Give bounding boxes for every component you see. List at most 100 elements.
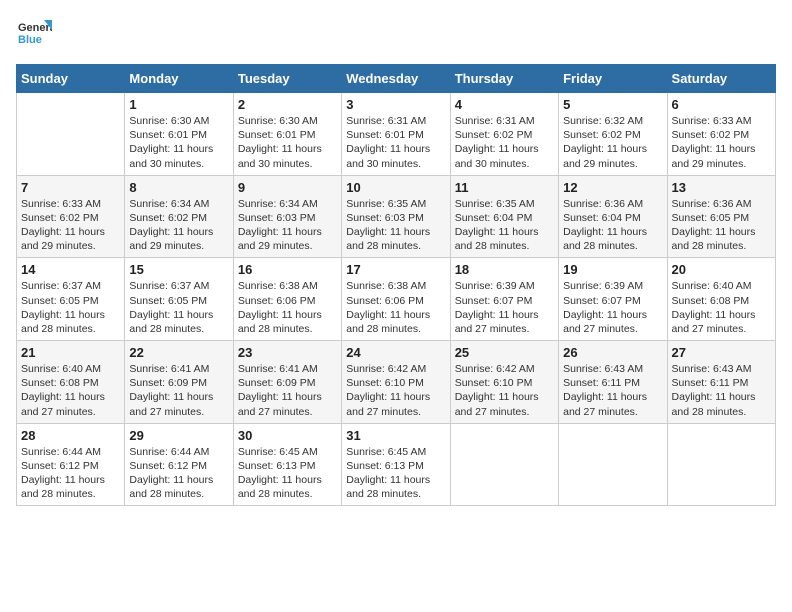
calendar-week-1: 1 Sunrise: 6:30 AMSunset: 6:01 PMDaylight… <box>17 93 776 176</box>
day-number: 15 <box>129 262 228 277</box>
day-detail: Sunrise: 6:32 AMSunset: 6:02 PMDaylight:… <box>563 114 662 171</box>
calendar-cell: 19Sunrise: 6:39 AMSunset: 6:07 PMDayligh… <box>559 258 667 341</box>
day-detail: Sunrise: 6:31 AMSunset: 6:01 PMDaylight:… <box>346 114 445 171</box>
calendar-cell: 5 Sunrise: 6:32 AMSunset: 6:02 PMDaylight… <box>559 93 667 176</box>
calendar-cell: 7Sunrise: 6:33 AMSunset: 6:02 PMDaylight… <box>17 175 125 258</box>
day-detail: Sunrise: 6:40 AMSunset: 6:08 PMDaylight:… <box>21 362 120 419</box>
day-detail: Sunrise: 6:44 AMSunset: 6:12 PMDaylight:… <box>129 445 228 502</box>
day-detail: Sunrise: 6:41 AMSunset: 6:09 PMDaylight:… <box>129 362 228 419</box>
calendar-cell: 18 Sunrise: 6:39 AMSunset: 6:07 PMDayligh… <box>450 258 558 341</box>
day-number: 26 <box>563 345 662 360</box>
day-detail: Sunrise: 6:45 AMSunset: 6:13 PMDaylight:… <box>238 445 337 502</box>
calendar-cell: 4Sunrise: 6:31 AMSunset: 6:02 PMDaylight… <box>450 93 558 176</box>
calendar-cell: 1 Sunrise: 6:30 AMSunset: 6:01 PMDaylight… <box>125 93 233 176</box>
calendar-week-3: 14 Sunrise: 6:37 AMSunset: 6:05 PMDayligh… <box>17 258 776 341</box>
calendar-cell: 22 Sunrise: 6:41 AMSunset: 6:09 PMDayligh… <box>125 341 233 424</box>
day-number: 28 <box>21 428 120 443</box>
day-detail: Sunrise: 6:39 AMSunset: 6:07 PMDaylight:… <box>455 279 554 336</box>
header-thursday: Thursday <box>450 65 558 93</box>
day-detail: Sunrise: 6:43 AMSunset: 6:11 PMDaylight:… <box>672 362 771 419</box>
day-number: 22 <box>129 345 228 360</box>
day-detail: Sunrise: 6:34 AMSunset: 6:03 PMDaylight:… <box>238 197 337 254</box>
day-number: 8 <box>129 180 228 195</box>
day-number: 10 <box>346 180 445 195</box>
day-number: 17 <box>346 262 445 277</box>
day-number: 12 <box>563 180 662 195</box>
calendar-cell: 25Sunrise: 6:42 AMSunset: 6:10 PMDayligh… <box>450 341 558 424</box>
calendar-cell: 24Sunrise: 6:42 AMSunset: 6:10 PMDayligh… <box>342 341 450 424</box>
calendar-cell: 17 Sunrise: 6:38 AMSunset: 6:06 PMDayligh… <box>342 258 450 341</box>
day-number: 13 <box>672 180 771 195</box>
day-number: 30 <box>238 428 337 443</box>
svg-text:General: General <box>18 22 52 34</box>
calendar-cell <box>667 423 775 506</box>
header-saturday: Saturday <box>667 65 775 93</box>
calendar-header-row: SundayMondayTuesdayWednesdayThursdayFrid… <box>17 65 776 93</box>
calendar-cell: 8 Sunrise: 6:34 AMSunset: 6:02 PMDaylight… <box>125 175 233 258</box>
calendar-week-5: 28 Sunrise: 6:44 AMSunset: 6:12 PMDayligh… <box>17 423 776 506</box>
calendar-cell <box>17 93 125 176</box>
logo-icon: General Blue <box>16 16 52 52</box>
day-number: 3 <box>346 97 445 112</box>
day-number: 1 <box>129 97 228 112</box>
calendar-cell: 14 Sunrise: 6:37 AMSunset: 6:05 PMDayligh… <box>17 258 125 341</box>
calendar-cell: 10Sunrise: 6:35 AMSunset: 6:03 PMDayligh… <box>342 175 450 258</box>
header-sunday: Sunday <box>17 65 125 93</box>
calendar-cell: 6Sunrise: 6:33 AMSunset: 6:02 PMDaylight… <box>667 93 775 176</box>
calendar-week-4: 21 Sunrise: 6:40 AMSunset: 6:08 PMDayligh… <box>17 341 776 424</box>
day-detail: Sunrise: 6:31 AMSunset: 6:02 PMDaylight:… <box>455 114 554 171</box>
day-detail: Sunrise: 6:35 AMSunset: 6:04 PMDaylight:… <box>455 197 554 254</box>
day-number: 23 <box>238 345 337 360</box>
svg-text:Blue: Blue <box>18 34 42 46</box>
calendar-cell: 29 Sunrise: 6:44 AMSunset: 6:12 PMDayligh… <box>125 423 233 506</box>
day-number: 9 <box>238 180 337 195</box>
day-number: 7 <box>21 180 120 195</box>
day-detail: Sunrise: 6:45 AMSunset: 6:13 PMDaylight:… <box>346 445 445 502</box>
calendar-cell: 11 Sunrise: 6:35 AMSunset: 6:04 PMDayligh… <box>450 175 558 258</box>
day-detail: Sunrise: 6:37 AMSunset: 6:05 PMDaylight:… <box>21 279 120 336</box>
day-number: 16 <box>238 262 337 277</box>
day-detail: Sunrise: 6:33 AMSunset: 6:02 PMDaylight:… <box>672 114 771 171</box>
day-detail: Sunrise: 6:38 AMSunset: 6:06 PMDaylight:… <box>238 279 337 336</box>
calendar-cell: 9 Sunrise: 6:34 AMSunset: 6:03 PMDaylight… <box>233 175 341 258</box>
calendar-cell: 21 Sunrise: 6:40 AMSunset: 6:08 PMDayligh… <box>17 341 125 424</box>
day-number: 11 <box>455 180 554 195</box>
day-detail: Sunrise: 6:37 AMSunset: 6:05 PMDaylight:… <box>129 279 228 336</box>
page-header: General Blue <box>16 16 776 52</box>
day-detail: Sunrise: 6:38 AMSunset: 6:06 PMDaylight:… <box>346 279 445 336</box>
calendar-cell: 15 Sunrise: 6:37 AMSunset: 6:05 PMDayligh… <box>125 258 233 341</box>
day-number: 5 <box>563 97 662 112</box>
calendar-cell: 20Sunrise: 6:40 AMSunset: 6:08 PMDayligh… <box>667 258 775 341</box>
day-detail: Sunrise: 6:36 AMSunset: 6:04 PMDaylight:… <box>563 197 662 254</box>
calendar-cell: 3 Sunrise: 6:31 AMSunset: 6:01 PMDaylight… <box>342 93 450 176</box>
day-detail: Sunrise: 6:36 AMSunset: 6:05 PMDaylight:… <box>672 197 771 254</box>
day-detail: Sunrise: 6:41 AMSunset: 6:09 PMDaylight:… <box>238 362 337 419</box>
calendar-cell: 28 Sunrise: 6:44 AMSunset: 6:12 PMDayligh… <box>17 423 125 506</box>
calendar-cell: 13 Sunrise: 6:36 AMSunset: 6:05 PMDayligh… <box>667 175 775 258</box>
day-number: 21 <box>21 345 120 360</box>
calendar-cell: 12 Sunrise: 6:36 AMSunset: 6:04 PMDayligh… <box>559 175 667 258</box>
day-number: 18 <box>455 262 554 277</box>
day-detail: Sunrise: 6:42 AMSunset: 6:10 PMDaylight:… <box>455 362 554 419</box>
day-detail: Sunrise: 6:39 AMSunset: 6:07 PMDaylight:… <box>563 279 662 336</box>
day-number: 27 <box>672 345 771 360</box>
header-wednesday: Wednesday <box>342 65 450 93</box>
header-tuesday: Tuesday <box>233 65 341 93</box>
day-number: 29 <box>129 428 228 443</box>
day-number: 2 <box>238 97 337 112</box>
calendar-cell: 30 Sunrise: 6:45 AMSunset: 6:13 PMDayligh… <box>233 423 341 506</box>
calendar-table: SundayMondayTuesdayWednesdayThursdayFrid… <box>16 64 776 506</box>
day-detail: Sunrise: 6:44 AMSunset: 6:12 PMDaylight:… <box>21 445 120 502</box>
day-detail: Sunrise: 6:30 AMSunset: 6:01 PMDaylight:… <box>238 114 337 171</box>
day-detail: Sunrise: 6:34 AMSunset: 6:02 PMDaylight:… <box>129 197 228 254</box>
day-number: 14 <box>21 262 120 277</box>
day-detail: Sunrise: 6:42 AMSunset: 6:10 PMDaylight:… <box>346 362 445 419</box>
calendar-cell: 16 Sunrise: 6:38 AMSunset: 6:06 PMDayligh… <box>233 258 341 341</box>
calendar-week-2: 7Sunrise: 6:33 AMSunset: 6:02 PMDaylight… <box>17 175 776 258</box>
day-detail: Sunrise: 6:43 AMSunset: 6:11 PMDaylight:… <box>563 362 662 419</box>
calendar-cell <box>559 423 667 506</box>
header-friday: Friday <box>559 65 667 93</box>
day-detail: Sunrise: 6:30 AMSunset: 6:01 PMDaylight:… <box>129 114 228 171</box>
calendar-cell: 23 Sunrise: 6:41 AMSunset: 6:09 PMDayligh… <box>233 341 341 424</box>
calendar-cell: 2 Sunrise: 6:30 AMSunset: 6:01 PMDaylight… <box>233 93 341 176</box>
